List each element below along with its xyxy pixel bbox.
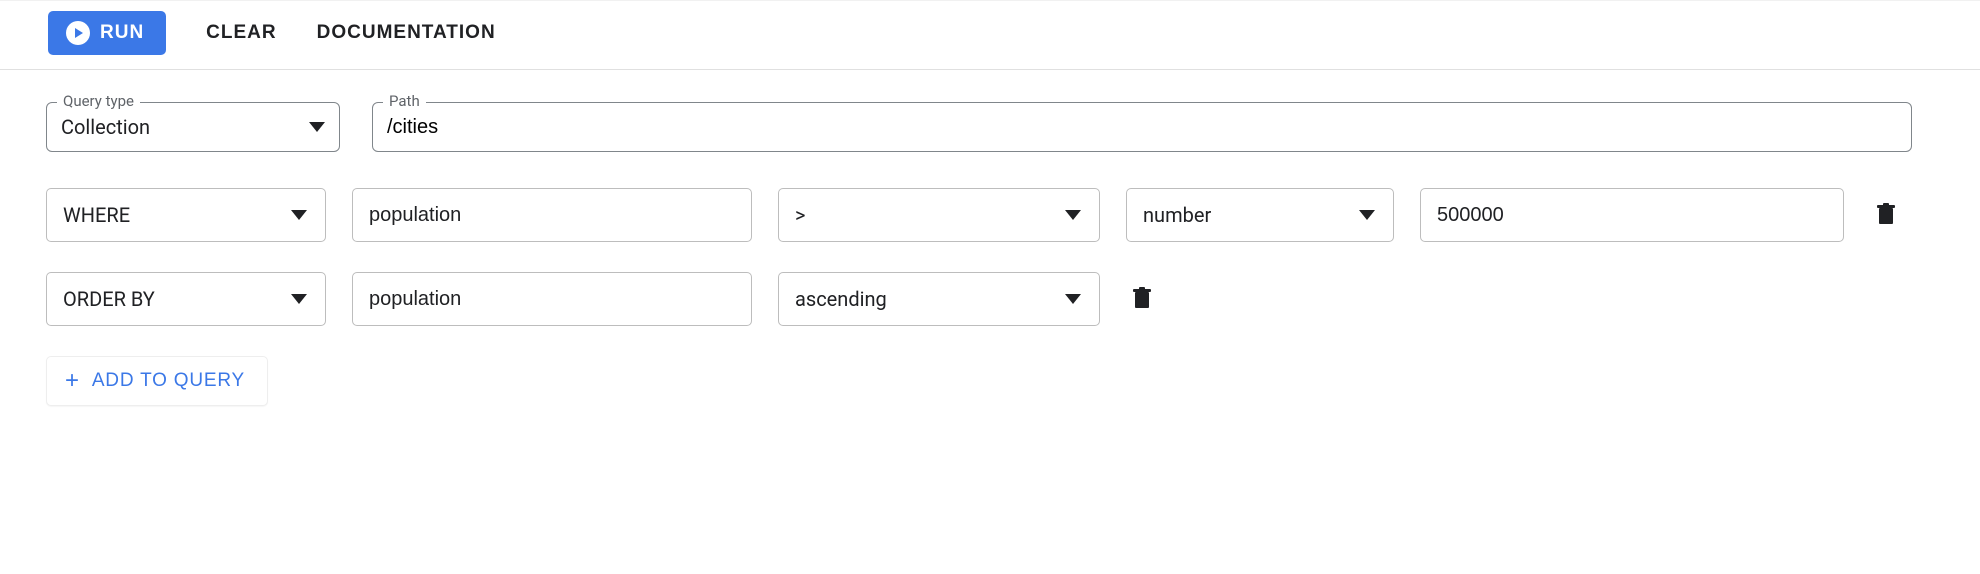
where-type-select[interactable]: number [1126,188,1394,242]
where-type-value: number [1143,203,1211,227]
chevron-down-icon [291,210,307,220]
add-to-query-button[interactable]: + ADD TO QUERY [46,356,268,406]
where-clause-row: WHERE > number [46,188,1934,242]
documentation-button[interactable]: DOCUMENTATION [317,22,496,44]
query-type-label: Query type [57,92,140,110]
query-builder: Query type Collection Path WHERE > numbe… [0,70,1980,446]
orderby-direction-value: ascending [795,287,887,311]
path-label: Path [383,92,426,110]
where-field-input[interactable] [352,188,752,242]
where-operator-select[interactable]: > [778,188,1100,242]
clause-type-value: ORDER BY [63,287,155,311]
chevron-down-icon [291,294,307,304]
orderby-direction-select[interactable]: ascending [778,272,1100,326]
chevron-down-icon [1065,210,1081,220]
path-field[interactable]: Path [372,102,1912,152]
run-button[interactable]: RUN [48,11,166,55]
query-type-value: Collection [61,115,299,139]
where-operator-value: > [795,203,805,227]
orderby-clause-row: ORDER BY ascending [46,272,1934,326]
trash-icon [1876,203,1896,228]
where-value-input[interactable] [1420,188,1844,242]
clause-type-value: WHERE [63,203,130,227]
path-input[interactable] [387,116,1897,139]
clause-type-select[interactable]: WHERE [46,188,326,242]
toolbar: RUN CLEAR DOCUMENTATION [0,0,1980,70]
add-to-query-label: ADD TO QUERY [92,370,245,392]
clear-button[interactable]: CLEAR [206,22,276,44]
clause-type-select[interactable]: ORDER BY [46,272,326,326]
plus-icon: + [65,369,80,393]
query-type-select[interactable]: Query type Collection [46,102,340,152]
chevron-down-icon [1065,294,1081,304]
play-icon [66,21,90,45]
run-label: RUN [100,22,144,44]
delete-orderby-button[interactable] [1126,281,1158,318]
query-header-row: Query type Collection Path [46,102,1934,152]
trash-icon [1132,287,1152,312]
chevron-down-icon [309,122,325,132]
delete-where-button[interactable] [1870,197,1902,234]
chevron-down-icon [1359,210,1375,220]
orderby-field-input[interactable] [352,272,752,326]
